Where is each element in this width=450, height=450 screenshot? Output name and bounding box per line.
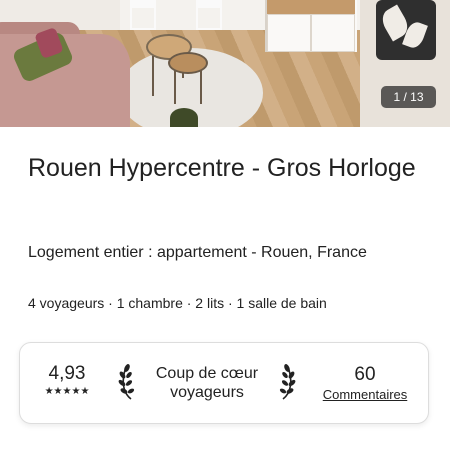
- listing-subtitle: Logement entier : appartement - Rouen, F…: [28, 244, 367, 261]
- photo-table-leg: [152, 56, 154, 96]
- guest-favorite-label: Coup de cœur voyageurs: [155, 365, 259, 401]
- photo-cabinet-door: [311, 14, 355, 52]
- laurel-right-icon: [279, 364, 296, 400]
- photo-chair: [196, 0, 222, 30]
- laurel-left-icon: [118, 364, 135, 400]
- rating-value: 4,93: [48, 363, 86, 384]
- reviews-count: 60: [354, 364, 376, 385]
- photo-cabinet-door: [267, 14, 311, 52]
- photo-table-leg: [200, 70, 202, 104]
- photo-wall-art: [376, 0, 436, 60]
- photo-cabinet: [265, 0, 357, 52]
- photo-shelf: [267, 0, 355, 14]
- rating-block: 4,93 ★★★★★: [20, 363, 114, 398]
- listing-photo[interactable]: 1 / 13: [0, 0, 450, 127]
- photo-table-leg: [174, 70, 176, 104]
- listing-details: 4 voyageurs · 1 chambre · 2 lits · 1 sal…: [28, 295, 327, 311]
- stats-card: 4,93 ★★★★★ Coup de cœur voyageurs 60 Com…: [19, 342, 429, 424]
- reviews-block: 60 Commentaires: [310, 364, 420, 403]
- photo-chair: [130, 0, 156, 30]
- reviews-link[interactable]: Commentaires: [310, 386, 420, 403]
- photo-plant: [170, 108, 198, 127]
- photo-counter: 1 / 13: [381, 86, 436, 108]
- star-rating-icons: ★★★★★: [44, 386, 90, 397]
- listing-title: Rouen Hypercentre - Gros Horloge: [28, 154, 416, 182]
